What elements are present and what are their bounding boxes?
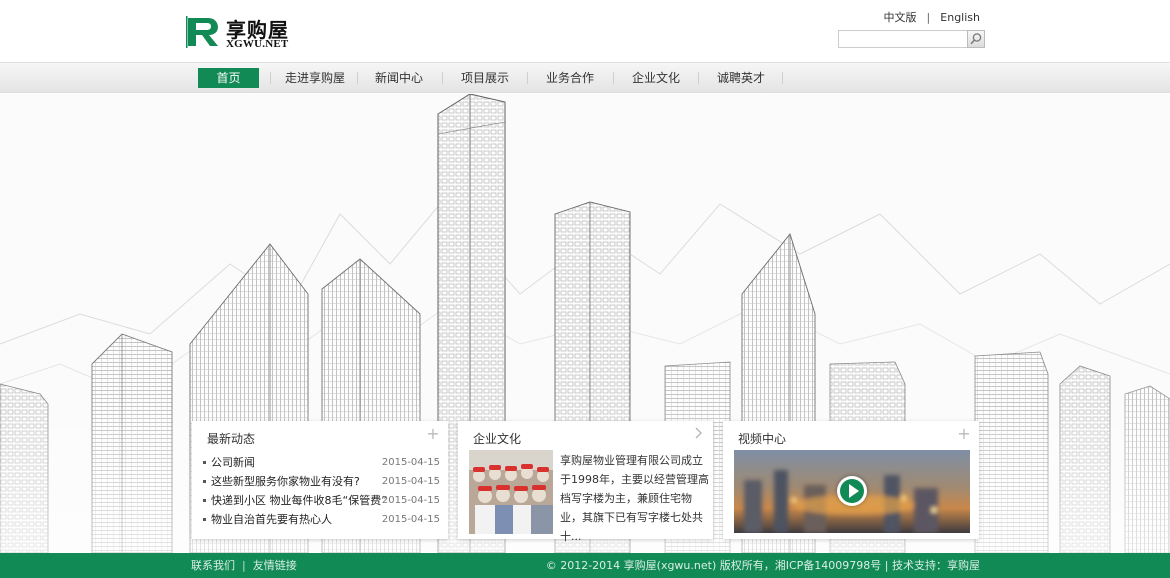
culture-card-title: 企业文化 [473,432,522,446]
footer-contact-link[interactable]: 联系我们 [191,559,235,572]
nav-item-about[interactable]: 走进享购屋 [280,68,350,88]
news-card-title: 最新动态 [207,432,256,446]
culture-description: 享购屋物业管理有限公司成立于1998年，主要以经营管理高档写字楼为主，兼顾住宅物… [560,454,709,543]
news-date: 2015-04-15 [381,495,440,506]
news-list: 公司新闻 2015-04-15 这些新型服务你家物业有没有? 2015-04-1… [202,453,440,529]
logo[interactable]: 享购屋 XGWU.NET [186,14,296,50]
nav-item-culture[interactable]: 企业文化 [625,68,687,88]
news-date: 2015-04-15 [381,476,440,487]
search-button[interactable] [967,30,985,48]
footer: 联系我们 | 友情链接 © 2012-2014 享购屋(xgwu.net) 版权所有… [0,553,1170,578]
language-switcher: 中文版 | English [884,9,980,25]
play-triangle [849,484,859,498]
list-item[interactable]: 这些新型服务你家物业有没有? 2015-04-15 [202,472,440,491]
video-thumbnail[interactable] [734,450,970,533]
video-card-title: 视频中心 [738,432,787,446]
footer-copyright: © 2012-2014 享购屋(xgwu.net) 版权所有，湘ICP备1400… [545,559,980,572]
news-date: 2015-04-15 [381,514,440,525]
nav-item-cooperation[interactable]: 业务合作 [539,68,601,88]
list-item[interactable]: 物业自治首先要有热心人 2015-04-15 [202,510,440,529]
nav-item-news[interactable]: 新闻中心 [368,68,430,88]
footer-links: 联系我们 | 友情链接 [191,553,297,578]
culture-photo[interactable] [469,450,553,534]
video-card: 视频中心 + [723,421,979,539]
bullet-icon [203,480,206,483]
logo-english-text: XGWU.NET [226,38,289,50]
nav-item-careers[interactable]: 诚聘英才 [710,68,772,88]
nav-divider [698,72,699,84]
bullet-icon [203,499,206,502]
search-box [838,30,985,48]
lang-chinese-link[interactable]: 中文版 [884,11,917,24]
bullet-icon [203,518,206,521]
footer-separator: | [242,559,246,572]
header: 享购屋 XGWU.NET 中文版 | English [0,0,1170,62]
news-card: 最新动态 + 公司新闻 2015-04-15 这些新型服务你家物业有没有? 20… [192,421,448,539]
nav-divider [527,72,528,84]
culture-card: 企业文化 享购屋物业管理有限公司成立于1998年，主要以经营管理高档写字楼为主，… [458,421,713,543]
list-item[interactable]: 快递到小区 物业每件收8毛“保管费” 2015-04-15 [202,491,440,510]
nav-divider [782,72,783,84]
logo-mark-icon [186,16,220,48]
list-item[interactable]: 公司新闻 2015-04-15 [202,453,440,472]
news-date: 2015-04-15 [381,457,440,468]
news-title[interactable]: 快递到小区 物业每件收8毛“保管费” [211,491,387,510]
nav-divider [270,72,271,84]
news-title[interactable]: 公司新闻 [211,453,255,472]
nav-item-home[interactable]: 首页 [198,68,259,88]
nav-divider [442,72,443,84]
play-icon[interactable] [837,476,867,506]
nav-divider [613,72,614,84]
plus-icon[interactable]: + [426,426,440,442]
bullet-icon [203,461,206,464]
lang-separator: | [926,11,931,24]
search-icon [970,33,982,45]
news-title[interactable]: 物业自治首先要有热心人 [211,510,332,529]
footer-friend-links[interactable]: 友情链接 [253,559,297,572]
nav-divider [357,72,358,84]
chevron-right-icon[interactable] [691,427,705,441]
chevron-right-glyph [695,427,702,439]
main-nav: 首页 走进享购屋 新闻中心 项目展示 业务合作 企业文化 诚聘英才 [0,62,1170,93]
group-photo-image [469,450,553,534]
search-input[interactable] [838,30,968,48]
lang-english-link[interactable]: English [940,11,980,24]
news-title[interactable]: 这些新型服务你家物业有没有? [211,472,360,491]
plus-icon[interactable]: + [957,426,971,442]
nav-item-projects[interactable]: 项目展示 [454,68,516,88]
